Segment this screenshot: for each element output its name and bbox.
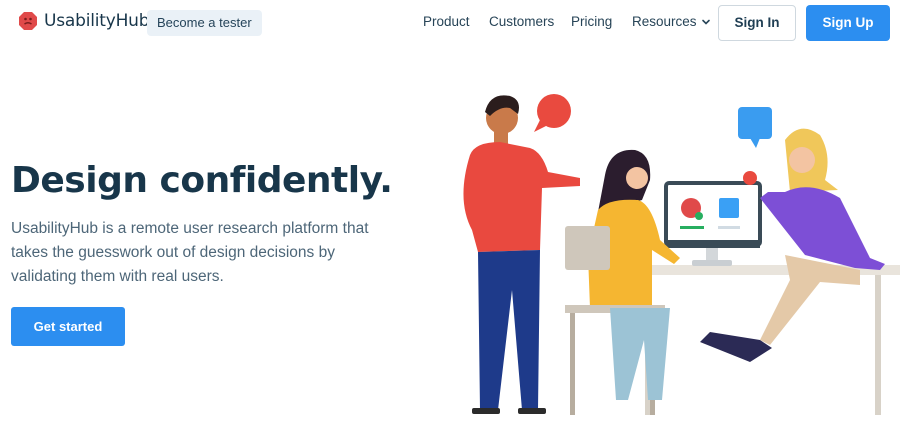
hero-illustration bbox=[463, 94, 900, 415]
nav-resources-label: Resources bbox=[632, 14, 697, 29]
standing-man-illustration bbox=[463, 95, 580, 414]
seated-woman-left-illustration bbox=[565, 149, 680, 415]
nav-resources[interactable]: Resources bbox=[632, 14, 711, 29]
get-started-button[interactable]: Get started bbox=[11, 307, 125, 346]
nav-pricing[interactable]: Pricing bbox=[571, 14, 612, 29]
hero-title: Design confidently. bbox=[11, 160, 393, 201]
usabilityhub-logo-icon bbox=[19, 12, 37, 30]
sign-up-button[interactable]: Sign Up bbox=[806, 5, 890, 41]
become-tester-link[interactable]: Become a tester bbox=[147, 10, 262, 36]
monitor-illustration bbox=[664, 181, 762, 266]
hero-subtitle: UsabilityHub is a remote user research p… bbox=[11, 220, 369, 285]
nav-product[interactable]: Product bbox=[423, 14, 470, 29]
nav-customers[interactable]: Customers bbox=[489, 14, 554, 29]
chevron-down-icon bbox=[701, 20, 710, 26]
speech-bubbles bbox=[534, 94, 772, 148]
brand-name: UsabilityHub bbox=[44, 11, 150, 31]
sign-in-button[interactable]: Sign In bbox=[718, 5, 796, 41]
site-header: UsabilityHub Become a tester Product Cus… bbox=[0, 0, 900, 46]
brand-logo[interactable]: UsabilityHub bbox=[18, 11, 150, 31]
